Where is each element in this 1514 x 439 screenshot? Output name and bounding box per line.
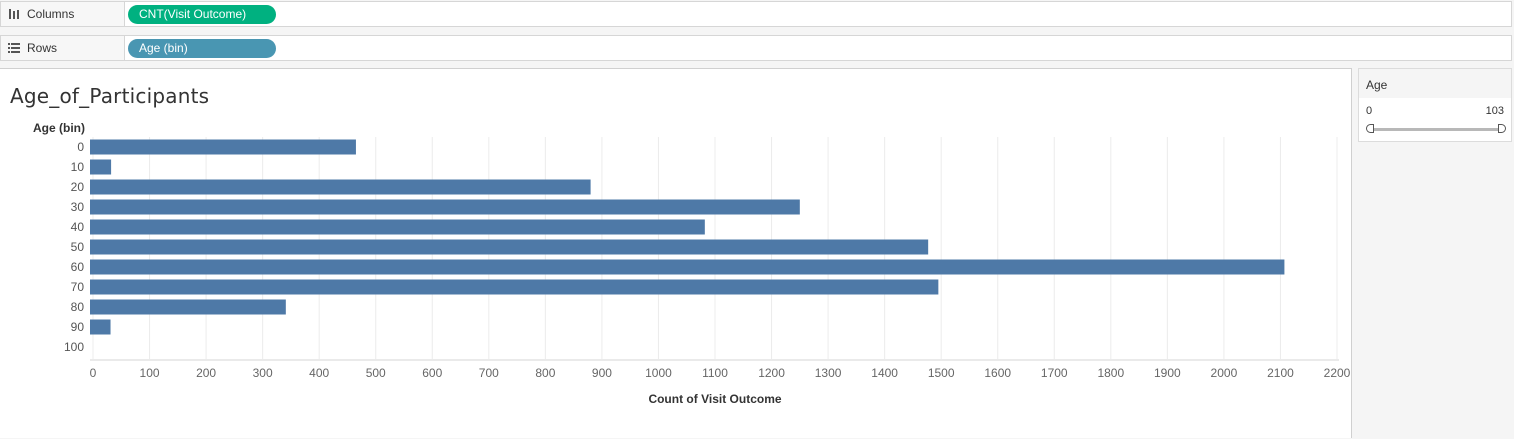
x-tick-label: 1300 [815,366,842,380]
bar [90,279,939,295]
columns-shelf-header: Columns [1,2,125,26]
rows-shelf-header: Rows [1,36,125,60]
category-label: 0 [77,140,84,154]
x-tick-label: 500 [366,366,386,380]
x-tick-label: 0 [90,366,97,380]
x-tick-label: 1100 [702,366,728,380]
x-tick-label: 1400 [871,366,898,380]
bar [90,139,356,155]
filter-header: Age [1359,69,1511,98]
worksheet: Age_of_Participants Age (bin) 0 10 20 30 40 50… [0,68,1352,438]
bar-chart: Age (bin)01020304050607080901000 100 200 30… [33,121,1350,406]
x-tick-label: 2100 [1267,366,1294,380]
x-tick-label: 700 [479,366,499,380]
rows-shelf: Rows Age (bin) [0,35,1512,61]
bar [90,299,286,315]
range-slider-min-handle[interactable] [1366,124,1374,133]
category-label: 20 [71,180,85,194]
bar [90,319,111,335]
x-tick-label: 600 [422,366,442,380]
x-tick-label: 1800 [1097,366,1124,380]
columns-shelf: Columns CNT(Visit Outcome) [0,1,1512,27]
category-label: 60 [71,260,85,274]
x-tick-label: 800 [535,366,555,380]
x-tick-label: 900 [592,366,612,380]
category-label: 80 [71,300,85,314]
x-tick-label: 2200 [1324,366,1350,380]
filter-max-value: 103 [1485,105,1504,117]
columns-drop-area[interactable]: CNT(Visit Outcome) [125,2,1511,26]
x-tick-label: 1600 [984,366,1011,380]
category-label: 50 [71,240,85,254]
rows-icon [8,43,20,53]
range-slider-max-handle[interactable] [1498,124,1506,133]
bar [90,239,929,255]
columns-pill[interactable]: CNT(Visit Outcome) [128,5,276,24]
x-tick-label: 400 [309,366,329,380]
rows-shelf-label: Rows [27,41,58,55]
x-tick-label: 2000 [1211,366,1238,380]
bar [90,259,1285,275]
range-slider-track[interactable] [1368,128,1504,131]
category-label: 100 [64,340,84,354]
x-tick-label: 1200 [758,366,785,380]
category-label: 70 [71,280,85,294]
x-tick-label: 1000 [645,366,672,380]
rows-drop-area[interactable]: Age (bin) [125,36,1511,60]
columns-shelf-label: Columns [27,7,75,21]
category-label: 40 [71,220,85,234]
bar [90,179,591,195]
x-tick-label: 100 [140,366,160,380]
x-tick-label: 1500 [928,366,955,380]
filter-min-value: 0 [1366,105,1373,117]
filter-title: Age [1366,78,1388,92]
age-filter-card: Age 0 103 [1358,68,1512,142]
x-tick-label: 1900 [1154,366,1181,380]
row-axis-title: Age (bin) [33,121,85,135]
bar [90,219,705,235]
category-label: 10 [71,160,85,174]
bar [90,199,800,215]
category-label: 90 [71,320,85,334]
rows-pill[interactable]: Age (bin) [128,39,276,58]
columns-icon [9,9,19,19]
x-tick-label: 300 [253,366,273,380]
x-tick-label: 1700 [1041,366,1068,380]
bar [90,159,112,175]
category-label: 30 [71,200,85,214]
x-axis-title: Count of Visit Outcome [648,392,781,406]
x-tick-label: 200 [196,366,216,380]
